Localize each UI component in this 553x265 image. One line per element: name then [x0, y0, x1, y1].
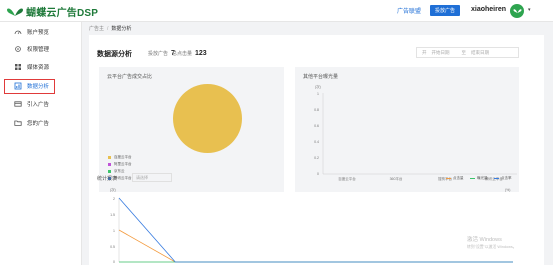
date-end-input[interactable]: 结束日期: [471, 50, 489, 56]
pie-chart-card: 云平台广告成交占比 百度云平台 阿里云平台 京东云 腾讯云平台: [99, 67, 284, 192]
stat-clicks: 总点击量 123: [172, 50, 207, 57]
stat-ads: 投放广告 7: [148, 50, 175, 57]
legend-swatch: [470, 178, 475, 179]
y-tick-label: 0: [317, 172, 319, 176]
y-tick-label: 0.2: [314, 156, 319, 160]
report-select[interactable]: 请选择: [132, 173, 172, 182]
chevron-down-icon[interactable]: ▾: [528, 7, 531, 13]
legend-label: 阿里云平台: [114, 162, 132, 166]
y-tick-label: 0.4: [314, 140, 319, 144]
stat-label: 总点击量: [172, 51, 193, 57]
ad-alliance-link[interactable]: 广告联盟: [397, 6, 421, 15]
sidebar-item-media[interactable]: 媒体资源: [0, 59, 82, 75]
username[interactable]: xiaoheiren: [471, 6, 506, 13]
main-panel: 数据源分析 投放广告 7 总点击量 123 开 开始日期 至 结束日期 云平台广告成…: [89, 35, 544, 265]
legend-swatch: [446, 178, 451, 179]
avatar[interactable]: [510, 4, 524, 18]
sidebar-item-label: 权限管理: [27, 47, 50, 53]
butterfly-avatar-icon: [513, 9, 521, 13]
legend-label: 点击量: [453, 176, 464, 180]
sidebar-item-label: 您的广告: [27, 121, 50, 127]
pie-slice[interactable]: [173, 84, 242, 153]
legend-swatch: [108, 156, 111, 159]
legend-label: 百度云平台: [114, 155, 132, 159]
sidebar-item-your-ads[interactable]: 您的广告: [0, 115, 82, 131]
series-line-0[interactable]: [118, 229, 513, 263]
legend-label: 曝光量: [477, 176, 488, 180]
breadcrumb: 广告主 / 数据分析: [89, 26, 132, 32]
date-start-input[interactable]: 开始日期: [432, 50, 450, 56]
legend-swatch: [108, 170, 111, 173]
y-tick-label: 0.8: [314, 108, 319, 112]
page-title: 数据源分析: [97, 51, 132, 58]
legend-item[interactable]: 百度云平台: [108, 155, 132, 160]
folder-icon: [14, 119, 22, 127]
y-tick-label: 0: [113, 260, 115, 264]
bar-chart: (次) 1 0.8 0.6 0.4 0.2 0 百度云平台 360平台 搜狗平台…: [314, 84, 517, 181]
top-bar: 蝴蝶云广告DSP 广告联盟 投放广告 xiaoheiren ▾: [0, 0, 553, 22]
logo[interactable]: 蝴蝶云广告DSP: [6, 4, 98, 19]
stat-label: 投放广告: [148, 51, 169, 57]
legend-item[interactable]: 曝光量: [470, 176, 488, 181]
legend-item[interactable]: 京东云: [108, 169, 125, 174]
sidebar-item-import-ads[interactable]: 引入广告: [0, 96, 82, 112]
y-tick-label: 1.5: [110, 213, 115, 217]
legend-label: 京东云: [114, 169, 125, 173]
grid-icon: [14, 63, 22, 71]
legend-item[interactable]: 阿里云平台: [108, 162, 132, 167]
stats-title: 统计报表: [97, 176, 118, 182]
watermark-title: 激活 Windows: [467, 237, 502, 243]
y-tick-label: 1: [113, 229, 115, 233]
windows-activation-watermark: 激活 Windows 转到"设置"以激活 Windows。: [467, 237, 517, 251]
gauge-icon: [14, 28, 22, 36]
line-chart: (次) (%) 2 1.5 1 0.5 0: [110, 187, 513, 264]
y-tick-label: 0.5: [110, 245, 115, 249]
y-tick-label: 2: [113, 197, 115, 201]
stat-value: 123: [195, 50, 207, 57]
breadcrumb-root[interactable]: 广告主: [89, 26, 104, 32]
date-range-picker[interactable]: 开 开始日期 至 结束日期: [416, 47, 519, 58]
sidebar-item-label: 媒体资源: [27, 65, 50, 71]
x-tick-label: 360平台: [390, 176, 403, 181]
sidebar-item-label: 账户预览: [27, 30, 50, 36]
series-line-2[interactable]: [118, 197, 513, 263]
sidebar-item-label: 引入广告: [27, 102, 50, 108]
sidebar: 账户预览 权限管理 媒体资源 数据分析 引入广告 您的广告: [0, 22, 82, 265]
legend-item[interactable]: 点击率: [494, 176, 512, 181]
y-axis-unit-right: (%): [505, 188, 510, 192]
legend-label: 点击率: [501, 176, 512, 180]
launch-ad-button[interactable]: 投放广告: [430, 5, 460, 16]
active-item-highlight: [4, 79, 55, 94]
breadcrumb-current: 数据分析: [111, 26, 132, 32]
watermark-subtitle: 转到"设置"以激活 Windows。: [467, 245, 517, 249]
y-axis-unit-left: (次): [110, 187, 116, 192]
y-tick-label: 0.6: [314, 124, 319, 128]
date-start-prefix: 开: [422, 49, 427, 55]
bar-chart-card: 其他平台曝光量 (次) 1 0.8 0.6 0.4 0.2 0 百度云平台 36…: [295, 67, 519, 192]
sidebar-item-account-preview[interactable]: 账户预览: [0, 24, 82, 40]
butterfly-logo-icon: [7, 7, 23, 16]
x-tick-label: 百度云平台: [338, 176, 356, 181]
sidebar-item-permissions[interactable]: 权限管理: [0, 41, 82, 57]
legend-item[interactable]: 点击量: [446, 176, 464, 181]
card-title: 云平台广告成交占比: [107, 74, 153, 80]
logo-text: 蝴蝶云广告DSP: [26, 8, 99, 19]
y-axis-unit: (次): [315, 84, 321, 89]
settings-icon: [14, 45, 22, 53]
legend-swatch: [494, 178, 499, 179]
legend-swatch: [108, 163, 111, 166]
card-icon: [14, 100, 22, 108]
y-tick-label: 1: [317, 92, 319, 96]
date-separator: 至: [461, 49, 467, 55]
